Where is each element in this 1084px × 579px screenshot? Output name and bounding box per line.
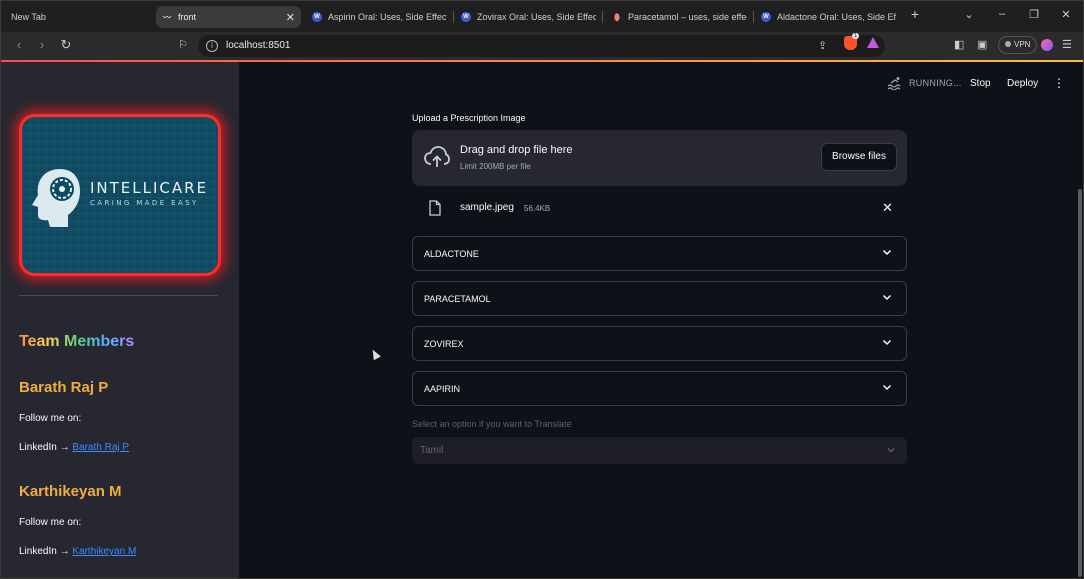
url-text[interactable]: localhost:8501 (226, 40, 291, 51)
profile-avatar[interactable] (1041, 39, 1053, 51)
expander-paracetamol[interactable]: PARACETAMOL (412, 281, 907, 316)
vpn-button[interactable]: VPN (998, 36, 1038, 54)
tab-label: Zovirax Oral: Uses, Side Effects, (477, 12, 596, 22)
reload-icon[interactable]: ↻ (58, 37, 74, 53)
linkedin-prefix: LinkedIn → (19, 442, 73, 453)
expander-aldactone[interactable]: ALDACTONE (412, 236, 907, 271)
tab-label: Aldactone Oral: Uses, Side Effe (777, 12, 896, 22)
chevron-down-icon (882, 249, 892, 256)
dropzone-limit: Limit 200MB per file (460, 162, 531, 171)
tab-aspirin[interactable]: W Aspirin Oral: Uses, Side Effects, I (312, 6, 447, 28)
close-window-icon[interactable]: ✕ (1056, 8, 1076, 21)
tab-separator (753, 11, 754, 23)
brain-head-icon (32, 169, 80, 227)
linkedin-link[interactable]: Barath Raj P (72, 442, 129, 453)
tab-paracetamol[interactable]: ⬮ Paracetamol – uses, side effects (612, 6, 747, 28)
stop-button[interactable]: Stop (970, 78, 991, 89)
tab-search-chevron-icon[interactable]: ⌄ (959, 8, 979, 21)
browser-menu-icon[interactable]: ☰ (1062, 38, 1072, 51)
tab-label: Aspirin Oral: Uses, Side Effects, I (328, 12, 447, 22)
cloud-upload-icon (424, 146, 450, 167)
webmd-favicon-icon: W (761, 12, 771, 22)
intellicare-logo: INTELLICARE CARING MADE EASY (19, 114, 221, 276)
new-tab-plus-icon[interactable]: + (905, 6, 925, 22)
address-bar[interactable]: i localhost:8501 ⇪ (198, 35, 885, 57)
translate-language-select[interactable]: Tamil (412, 437, 907, 464)
linkedin-link[interactable]: Karthikeyan M (72, 546, 136, 557)
streamlit-favicon-icon: 〰 (163, 12, 171, 22)
expander-label: AAPIRIN (424, 384, 461, 394)
linkedin-line: LinkedIn → Karthikeyan M (19, 546, 136, 557)
running-status: RUNNING... (909, 78, 962, 88)
chevron-down-icon (887, 448, 895, 453)
member-name: Karthikeyan M (19, 483, 122, 500)
site-info-icon[interactable]: i (206, 40, 218, 52)
minimize-icon[interactable]: – (992, 8, 1012, 20)
expander-label: ALDACTONE (424, 249, 479, 259)
team-members-heading: Team Members (19, 333, 135, 350)
chevron-down-icon (882, 339, 892, 346)
wallet-icon[interactable]: ▣ (977, 38, 987, 51)
translate-label: Select an option if you want to Translat… (412, 419, 572, 429)
restore-icon[interactable]: ❐ (1024, 8, 1044, 21)
tab-separator (602, 11, 603, 23)
tab-label: New Tab (11, 12, 46, 22)
tab-strip: New Tab 〰 front ✕ W Aspirin Oral: Uses, … (1, 1, 1083, 32)
logo-tagline: CARING MADE EASY (90, 199, 199, 207)
share-icon[interactable]: ⇪ (818, 39, 827, 52)
file-name: sample.jpeg (460, 202, 514, 213)
member-name: Barath Raj P (19, 379, 109, 396)
app-sidebar: INTELLICARE CARING MADE EASY Team Member… (1, 62, 239, 578)
scrollbar-thumb[interactable] (1078, 189, 1082, 577)
running-swimmer-icon (887, 77, 901, 90)
webmd-favicon-icon: W (312, 12, 322, 22)
tab-front[interactable]: 〰 front ✕ (156, 6, 301, 28)
tab-new-tab[interactable]: New Tab (11, 6, 131, 28)
file-dropzone[interactable]: Drag and drop file here Limit 200MB per … (412, 130, 907, 186)
chevron-down-icon (882, 384, 892, 391)
back-icon[interactable]: ‹ (11, 37, 27, 53)
vpn-label: VPN (1014, 40, 1031, 49)
pill-favicon-icon: ⬮ (614, 11, 620, 22)
selected-language: Tamil (420, 445, 444, 456)
tab-separator (453, 11, 454, 23)
follow-text: Follow me on: (19, 413, 82, 424)
tab-label: front (178, 12, 197, 22)
file-icon (429, 200, 441, 216)
deploy-button[interactable]: Deploy (1007, 78, 1038, 89)
linkedin-prefix: LinkedIn → (19, 546, 73, 557)
linkedin-line: LinkedIn → Barath Raj P (19, 442, 129, 453)
tab-aldactone[interactable]: W Aldactone Oral: Uses, Side Effe (761, 6, 896, 28)
logo-brand-text: INTELLICARE (90, 179, 209, 197)
sidebar-toggle-icon[interactable]: ◧ (954, 38, 964, 51)
upload-label: Upload a Prescription Image (412, 113, 526, 123)
tab-label: Paracetamol – uses, side effects (628, 12, 747, 22)
forward-icon[interactable]: › (34, 37, 50, 53)
remove-file-close-icon[interactable]: ✕ (882, 200, 893, 216)
chevron-down-icon (882, 294, 892, 301)
expander-label: ZOVIREX (424, 339, 464, 349)
sidebar-divider (19, 295, 218, 296)
brave-rewards-icon[interactable] (867, 37, 879, 48)
tab-zovirax[interactable]: W Zovirax Oral: Uses, Side Effects, (461, 6, 596, 28)
browse-files-button[interactable]: Browse files (821, 143, 897, 171)
close-tab-icon[interactable]: ✕ (286, 11, 295, 24)
vpn-status-icon (1005, 41, 1011, 47)
webmd-favicon-icon: W (461, 12, 471, 22)
follow-text: Follow me on: (19, 517, 82, 528)
dropzone-title: Drag and drop file here (460, 144, 573, 156)
browser-toolbar: ‹ › ↻ ⚐ i localhost:8501 ⇪ 1 ◧ ▣ VPN ☰ (1, 32, 1083, 60)
main-menu-icon[interactable]: ⋮ (1053, 76, 1065, 90)
expander-aapirin[interactable]: AAPIRIN (412, 371, 907, 406)
browser-window: New Tab 〰 front ✕ W Aspirin Oral: Uses, … (0, 0, 1084, 579)
file-size: 56.4KB (524, 204, 551, 213)
expander-zovirex[interactable]: ZOVIREX (412, 326, 907, 361)
bookmark-icon[interactable]: ⚐ (175, 37, 191, 53)
uploaded-file-row: sample.jpeg 56.4KB ✕ (412, 196, 907, 222)
expander-label: PARACETAMOL (424, 294, 491, 304)
